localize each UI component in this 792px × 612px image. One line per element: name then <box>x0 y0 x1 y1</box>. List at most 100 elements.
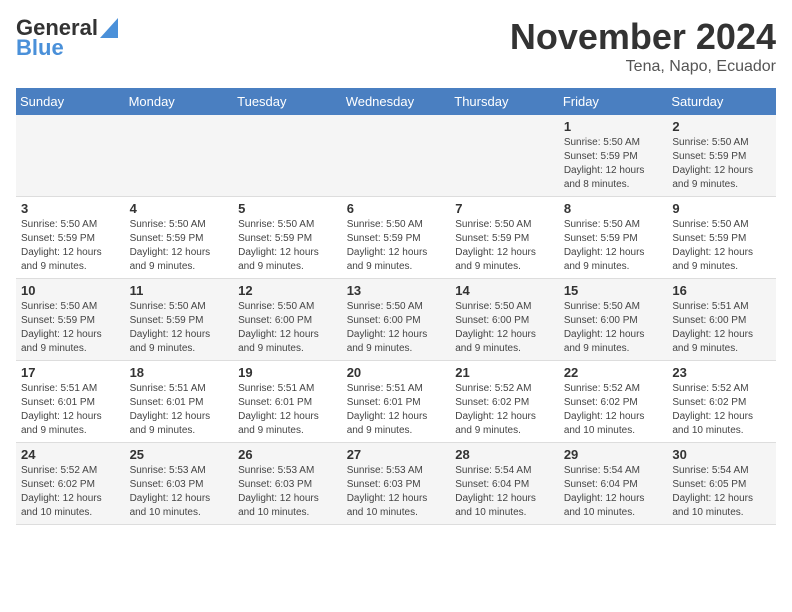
day-number: 24 <box>21 447 120 462</box>
calendar-cell: 26 Sunrise: 5:53 AM Sunset: 6:03 PM Dayli… <box>233 443 342 525</box>
day-number: 17 <box>21 365 120 380</box>
calendar-cell: 4Sunrise: 5:50 AM Sunset: 5:59 PM Daylig… <box>125 197 234 279</box>
weekday-header-thursday: Thursday <box>450 88 559 115</box>
day-info: Sunrise: 5:53 AM Sunset: 6:03 PM Dayligh… <box>130 464 229 520</box>
calendar-cell: 22 Sunrise: 5:52 AM Sunset: 6:02 PM Dayli… <box>559 361 668 443</box>
calendar-cell: 23 Sunrise: 5:52 AM Sunset: 6:02 PM Dayli… <box>667 361 776 443</box>
calendar-header: SundayMondayTuesdayWednesdayThursdayFrid… <box>16 88 776 115</box>
day-info: Sunrise: 5:53 AM Sunset: 6:03 PM Dayligh… <box>238 464 337 520</box>
day-info: Sunrise: 5:51 AM Sunset: 6:01 PM Dayligh… <box>21 382 120 438</box>
calendar-cell <box>233 115 342 197</box>
calendar-cell: 29Sunrise: 5:54 AM Sunset: 6:04 PM Dayli… <box>559 443 668 525</box>
page-header: General Blue November 2024 Tena, Napo, E… <box>16 16 776 76</box>
day-number: 28 <box>455 447 554 462</box>
day-info: Sunrise: 5:50 AM Sunset: 5:59 PM Dayligh… <box>238 218 337 274</box>
day-info: Sunrise: 5:51 AM Sunset: 6:01 PM Dayligh… <box>347 382 446 438</box>
day-number: 22 <box>564 365 663 380</box>
day-info: Sunrise: 5:53 AM Sunset: 6:03 PM Dayligh… <box>347 464 446 520</box>
day-info: Sunrise: 5:50 AM Sunset: 5:59 PM Dayligh… <box>564 218 663 274</box>
weekday-header-tuesday: Tuesday <box>233 88 342 115</box>
day-number: 16 <box>672 283 771 298</box>
day-info: Sunrise: 5:54 AM Sunset: 6:05 PM Dayligh… <box>672 464 771 520</box>
day-info: Sunrise: 5:50 AM Sunset: 5:59 PM Dayligh… <box>672 136 771 192</box>
day-info: Sunrise: 5:50 AM Sunset: 5:59 PM Dayligh… <box>564 136 663 192</box>
weekday-header-saturday: Saturday <box>667 88 776 115</box>
day-number: 25 <box>130 447 229 462</box>
day-info: Sunrise: 5:50 AM Sunset: 5:59 PM Dayligh… <box>21 300 120 356</box>
calendar-cell: 20 Sunrise: 5:51 AM Sunset: 6:01 PM Dayli… <box>342 361 451 443</box>
calendar-cell: 17 Sunrise: 5:51 AM Sunset: 6:01 PM Dayli… <box>16 361 125 443</box>
day-number: 9 <box>672 201 771 216</box>
calendar-cell: 5 Sunrise: 5:50 AM Sunset: 5:59 PM Daylig… <box>233 197 342 279</box>
day-info: Sunrise: 5:51 AM Sunset: 6:01 PM Dayligh… <box>238 382 337 438</box>
day-info: Sunrise: 5:50 AM Sunset: 6:00 PM Dayligh… <box>564 300 663 356</box>
day-info: Sunrise: 5:52 AM Sunset: 6:02 PM Dayligh… <box>564 382 663 438</box>
day-info: Sunrise: 5:54 AM Sunset: 6:04 PM Dayligh… <box>455 464 554 520</box>
calendar-cell: 30 Sunrise: 5:54 AM Sunset: 6:05 PM Dayli… <box>667 443 776 525</box>
calendar-cell: 16Sunrise: 5:51 AM Sunset: 6:00 PM Dayli… <box>667 279 776 361</box>
day-number: 5 <box>238 201 337 216</box>
calendar-cell: 15Sunrise: 5:50 AM Sunset: 6:00 PM Dayli… <box>559 279 668 361</box>
calendar-cell: 24 Sunrise: 5:52 AM Sunset: 6:02 PM Dayli… <box>16 443 125 525</box>
calendar-week-row: 17 Sunrise: 5:51 AM Sunset: 6:01 PM Dayli… <box>16 361 776 443</box>
day-number: 4 <box>130 201 229 216</box>
calendar-cell: 18 Sunrise: 5:51 AM Sunset: 6:01 PM Dayli… <box>125 361 234 443</box>
weekday-header-wednesday: Wednesday <box>342 88 451 115</box>
day-number: 1 <box>564 119 663 134</box>
calendar-cell: 1 Sunrise: 5:50 AM Sunset: 5:59 PM Daylig… <box>559 115 668 197</box>
calendar-cell: 6Sunrise: 5:50 AM Sunset: 5:59 PM Daylig… <box>342 197 451 279</box>
day-number: 10 <box>21 283 120 298</box>
day-number: 20 <box>347 365 446 380</box>
day-number: 2 <box>672 119 771 134</box>
day-number: 8 <box>564 201 663 216</box>
calendar-week-row: 24 Sunrise: 5:52 AM Sunset: 6:02 PM Dayli… <box>16 443 776 525</box>
day-number: 26 <box>238 447 337 462</box>
day-info: Sunrise: 5:50 AM Sunset: 6:00 PM Dayligh… <box>238 300 337 356</box>
day-number: 21 <box>455 365 554 380</box>
weekday-header-sunday: Sunday <box>16 88 125 115</box>
day-number: 7 <box>455 201 554 216</box>
calendar-cell <box>125 115 234 197</box>
calendar-week-row: 1 Sunrise: 5:50 AM Sunset: 5:59 PM Daylig… <box>16 115 776 197</box>
calendar-cell: 2 Sunrise: 5:50 AM Sunset: 5:59 PM Daylig… <box>667 115 776 197</box>
day-number: 3 <box>21 201 120 216</box>
calendar-cell: 9 Sunrise: 5:50 AM Sunset: 5:59 PM Daylig… <box>667 197 776 279</box>
day-number: 29 <box>564 447 663 462</box>
day-number: 27 <box>347 447 446 462</box>
day-number: 30 <box>672 447 771 462</box>
day-number: 23 <box>672 365 771 380</box>
title-block: November 2024 Tena, Napo, Ecuador <box>510 16 776 76</box>
day-number: 12 <box>238 283 337 298</box>
day-info: Sunrise: 5:50 AM Sunset: 6:00 PM Dayligh… <box>347 300 446 356</box>
calendar-cell: 3Sunrise: 5:50 AM Sunset: 5:59 PM Daylig… <box>16 197 125 279</box>
weekday-header-monday: Monday <box>125 88 234 115</box>
calendar-cell: 8 Sunrise: 5:50 AM Sunset: 5:59 PM Daylig… <box>559 197 668 279</box>
calendar-week-row: 3 Sunrise: 5:50 AM Sunset: 5:59 PM Daylig… <box>16 197 776 279</box>
day-info: Sunrise: 5:50 AM Sunset: 5:59 PM Dayligh… <box>130 300 229 356</box>
calendar-cell <box>342 115 451 197</box>
calendar-cell: 13Sunrise: 5:50 AM Sunset: 6:00 PM Dayli… <box>342 279 451 361</box>
logo-arrow-icon <box>100 18 118 38</box>
day-info: Sunrise: 5:52 AM Sunset: 6:02 PM Dayligh… <box>21 464 120 520</box>
day-info: Sunrise: 5:50 AM Sunset: 6:00 PM Dayligh… <box>455 300 554 356</box>
logo: General Blue <box>16 16 118 60</box>
calendar-cell: 10 Sunrise: 5:50 AM Sunset: 5:59 PM Dayli… <box>16 279 125 361</box>
day-info: Sunrise: 5:52 AM Sunset: 6:02 PM Dayligh… <box>672 382 771 438</box>
day-number: 18 <box>130 365 229 380</box>
calendar-cell: 28 Sunrise: 5:54 AM Sunset: 6:04 PM Dayli… <box>450 443 559 525</box>
calendar-cell <box>16 115 125 197</box>
calendar-cell: 12 Sunrise: 5:50 AM Sunset: 6:00 PM Dayli… <box>233 279 342 361</box>
day-info: Sunrise: 5:51 AM Sunset: 6:01 PM Dayligh… <box>130 382 229 438</box>
calendar-cell: 25 Sunrise: 5:53 AM Sunset: 6:03 PM Dayli… <box>125 443 234 525</box>
calendar-table: SundayMondayTuesdayWednesdayThursdayFrid… <box>16 88 776 525</box>
day-number: 11 <box>130 283 229 298</box>
weekday-header-friday: Friday <box>559 88 668 115</box>
calendar-cell: 21Sunrise: 5:52 AM Sunset: 6:02 PM Dayli… <box>450 361 559 443</box>
calendar-cell: 11 Sunrise: 5:50 AM Sunset: 5:59 PM Dayli… <box>125 279 234 361</box>
location-subtitle: Tena, Napo, Ecuador <box>510 58 776 76</box>
calendar-cell <box>450 115 559 197</box>
day-number: 19 <box>238 365 337 380</box>
month-title: November 2024 <box>510 16 776 58</box>
day-info: Sunrise: 5:50 AM Sunset: 5:59 PM Dayligh… <box>672 218 771 274</box>
day-number: 14 <box>455 283 554 298</box>
